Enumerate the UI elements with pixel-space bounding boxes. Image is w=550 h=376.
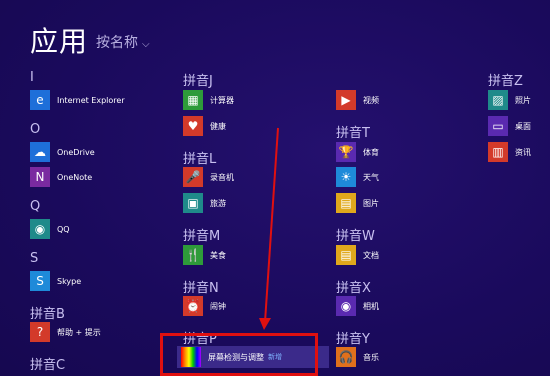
annotation-highlight-box <box>160 333 318 376</box>
annotation-arrow <box>259 127 279 330</box>
start-apps-screen: 应用 按名称 ⌵ I e Internet Explorer O ☁ OneDri… <box>0 0 550 376</box>
